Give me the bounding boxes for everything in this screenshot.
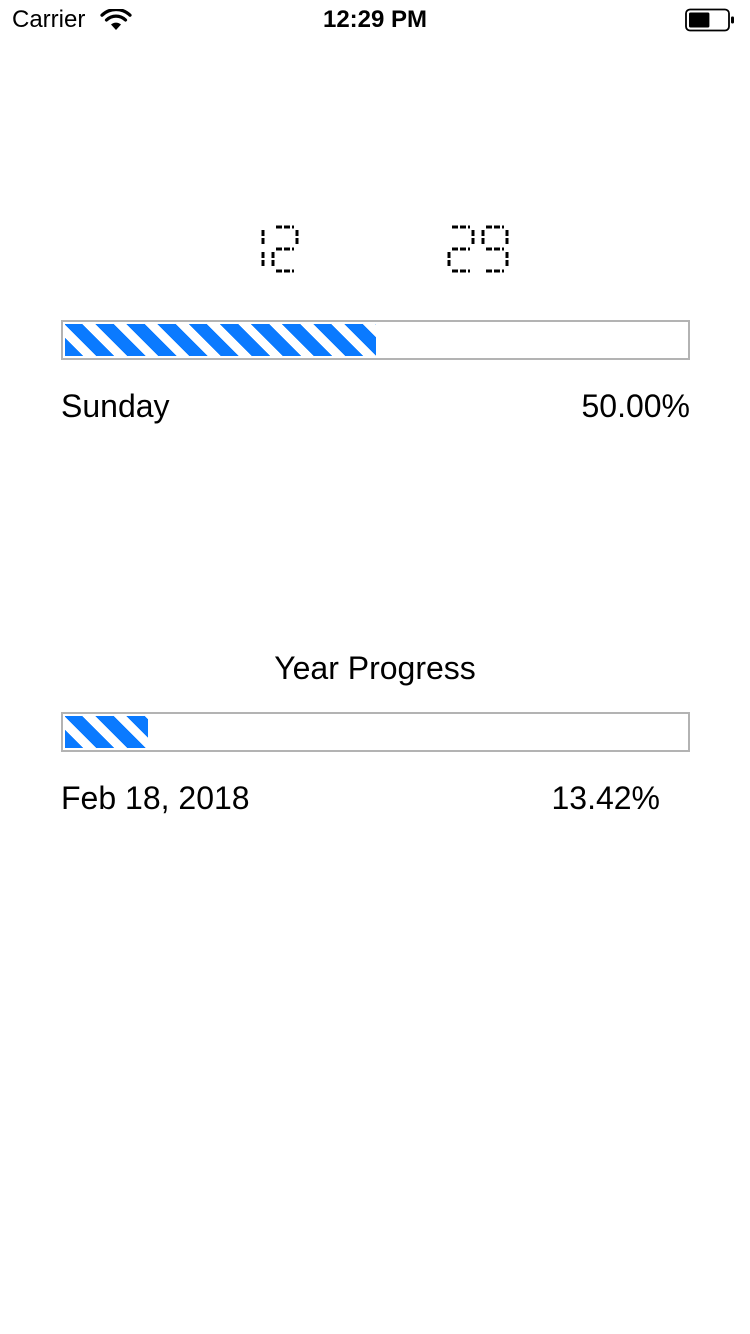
year-progress-bar bbox=[61, 712, 690, 752]
clock-hours bbox=[233, 225, 303, 275]
day-progress-fill bbox=[65, 324, 376, 356]
year-progress-title: Year Progress bbox=[274, 650, 476, 686]
day-percent-label: 50.00% bbox=[581, 388, 690, 424]
year-date-label: Feb 18, 2018 bbox=[61, 780, 250, 816]
day-name-label: Sunday bbox=[61, 388, 170, 424]
clock-digit bbox=[447, 225, 475, 273]
clock-minutes bbox=[443, 225, 513, 275]
clock-digit bbox=[271, 225, 299, 273]
battery-icon bbox=[685, 8, 735, 32]
clock-digit bbox=[481, 225, 509, 273]
status-bar: Carrier 12:29 PM bbox=[0, 0, 750, 40]
status-time: 12:29 PM bbox=[322, 6, 428, 33]
year-percent-label: 13.42% bbox=[551, 780, 660, 816]
year-progress-fill bbox=[65, 716, 148, 748]
day-progress-bar bbox=[61, 320, 690, 360]
